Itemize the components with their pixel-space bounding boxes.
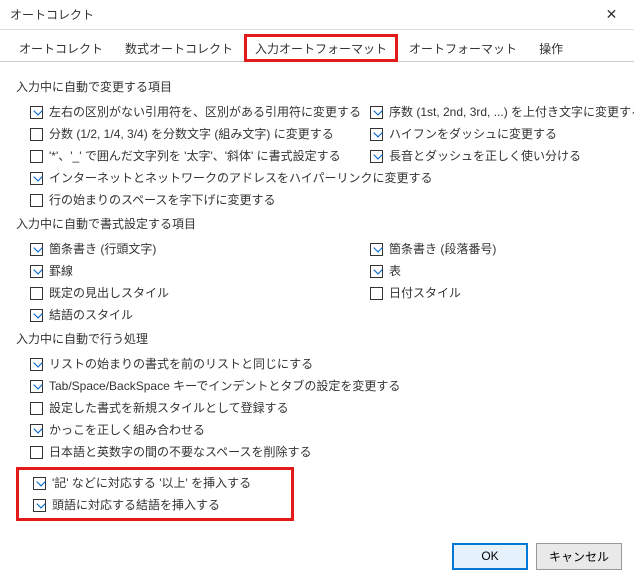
s2r-checkbox-2[interactable] [370,287,383,300]
s3-checkbox-0[interactable] [30,358,43,371]
s3h-label-1: 頭語に対応する結語を挿入する [52,495,220,515]
close-icon[interactable]: ✕ [589,0,634,30]
s3-row-3: かっこを正しく組み合わせる [16,419,618,441]
s2r-checkbox-1[interactable] [370,265,383,278]
s3h-row-1: 頭語に対応する結語を挿入する [19,494,291,516]
s2l-row-1: 罫線 [16,260,356,282]
tab-2[interactable]: 入力オートフォーマット [244,34,398,62]
s2l-checkbox-3[interactable] [30,309,43,322]
window-title: オートコレクト [10,6,589,23]
highlight-group: '記' などに対応する '以上' を挿入する頭語に対応する結語を挿入する [16,467,294,521]
s1l-checkbox-3[interactable] [30,172,43,185]
cancel-button[interactable]: キャンセル [536,543,622,570]
s2r-row-0: 箇条書き (段落番号) [356,238,618,260]
s3-checkbox-2[interactable] [30,402,43,415]
tab-0[interactable]: オートコレクト [8,34,114,61]
s3-label-1: Tab/Space/BackSpace キーでインデントとタブの設定を変更する [49,376,400,396]
tab-3[interactable]: オートフォーマット [398,34,528,61]
s1l-checkbox-2[interactable] [30,150,43,163]
s2l-row-0: 箇条書き (行頭文字) [16,238,356,260]
s2l-row-2: 既定の見出しスタイル [16,282,356,304]
s1l-checkbox-4[interactable] [30,194,43,207]
s2l-checkbox-1[interactable] [30,265,43,278]
s1l-row-3: インターネットとネットワークのアドレスをハイパーリンクに変更する [16,167,356,189]
section3-title: 入力中に自動で行う処理 [16,330,618,347]
s1l-checkbox-0[interactable] [30,106,43,119]
tab-1[interactable]: 数式オートコレクト [114,34,244,61]
s3h-label-0: '記' などに対応する '以上' を挿入する [52,473,251,493]
s3-label-2: 設定した書式を新規スタイルとして登録する [49,398,289,418]
s1l-label-4: 行の始まりのスペースを字下げに変更する [49,190,276,210]
s1r-row-1: ハイフンをダッシュに変更する [356,123,618,145]
s2l-checkbox-2[interactable] [30,287,43,300]
s1l-row-1: 分数 (1/2, 1/4, 3/4) を分数文字 (組み文字) に変更する [16,123,356,145]
s3h-checkbox-0[interactable] [33,477,46,490]
s2l-label-2: 既定の見出しスタイル [49,283,169,303]
s1r-checkbox-2[interactable] [370,150,383,163]
s3-label-0: リストの始まりの書式を前のリストと同じにする [49,354,313,374]
s3-row-4: 日本語と英数字の間の不要なスペースを削除する [16,441,618,463]
s3-label-3: かっこを正しく組み合わせる [49,420,205,440]
s3-row-1: Tab/Space/BackSpace キーでインデントとタブの設定を変更する [16,375,618,397]
tab-4[interactable]: 操作 [528,34,574,61]
s1l-row-2: '*'、'_' で囲んだ文字列を '太字'、'斜体' に書式設定する [16,145,356,167]
s3-label-4: 日本語と英数字の間の不要なスペースを削除する [49,442,312,462]
s1r-checkbox-0[interactable] [370,106,383,119]
s1l-row-0: 左右の区別がない引用符を、区別がある引用符に変更する [16,101,356,123]
s1r-label-1: ハイフンをダッシュに変更する [389,124,557,144]
s2l-label-1: 罫線 [49,261,73,281]
s1l-label-0: 左右の区別がない引用符を、区別がある引用符に変更する [49,102,361,122]
s2l-checkbox-0[interactable] [30,243,43,256]
s1r-label-2: 長音とダッシュを正しく使い分ける [389,146,581,166]
s2l-row-3: 結語のスタイル [16,304,356,326]
s3-checkbox-1[interactable] [30,380,43,393]
s1l-row-4: 行の始まりのスペースを字下げに変更する [16,189,356,211]
section1-title: 入力中に自動で変更する項目 [16,78,618,95]
s2r-label-2: 日付スタイル [389,283,461,303]
s1r-checkbox-1[interactable] [370,128,383,141]
s3-row-0: リストの始まりの書式を前のリストと同じにする [16,353,618,375]
s3-checkbox-3[interactable] [30,424,43,437]
ok-button[interactable]: OK [452,543,528,570]
s2r-label-0: 箇条書き (段落番号) [389,239,496,259]
s1r-row-2: 長音とダッシュを正しく使い分ける [356,145,618,167]
s1r-row-0: 序数 (1st, 2nd, 3rd, ...) を上付き文字に変更する [356,101,618,123]
s1r-label-0: 序数 (1st, 2nd, 3rd, ...) を上付き文字に変更する [389,102,634,122]
s2l-label-3: 結語のスタイル [49,305,133,325]
tab-strip: オートコレクト数式オートコレクト入力オートフォーマットオートフォーマット操作 [0,30,634,62]
s2r-row-1: 表 [356,260,618,282]
s3h-checkbox-1[interactable] [33,499,46,512]
section2-title: 入力中に自動で書式設定する項目 [16,215,618,232]
s2r-checkbox-0[interactable] [370,243,383,256]
s1l-label-2: '*'、'_' で囲んだ文字列を '太字'、'斜体' に書式設定する [49,146,341,166]
s2r-label-1: 表 [389,261,401,281]
s3-checkbox-4[interactable] [30,446,43,459]
s3h-row-0: '記' などに対応する '以上' を挿入する [19,472,291,494]
s2r-row-2: 日付スタイル [356,282,618,304]
s1l-label-1: 分数 (1/2, 1/4, 3/4) を分数文字 (組み文字) に変更する [49,124,334,144]
s2l-label-0: 箇条書き (行頭文字) [49,239,156,259]
s1l-checkbox-1[interactable] [30,128,43,141]
s3-row-2: 設定した書式を新規スタイルとして登録する [16,397,618,419]
